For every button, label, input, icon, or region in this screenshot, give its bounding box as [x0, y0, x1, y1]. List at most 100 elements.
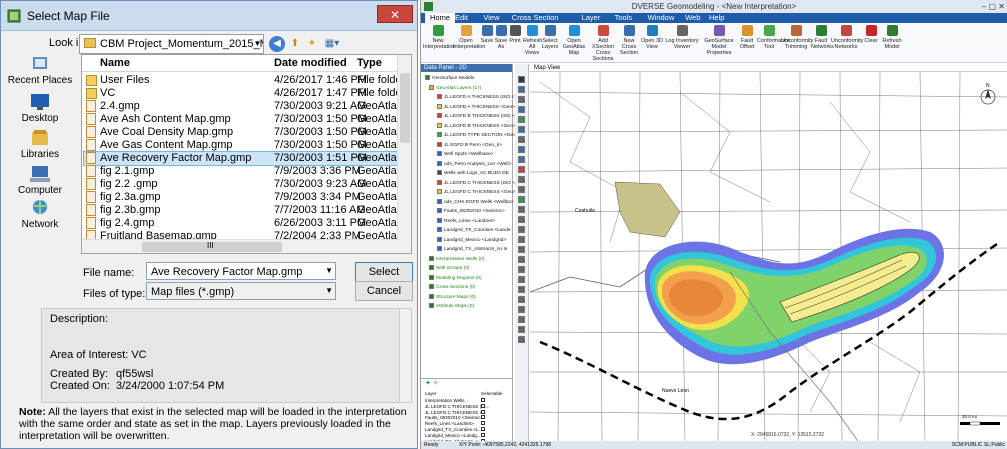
ribbon-button[interactable]: Print — [507, 25, 523, 44]
new-folder-icon[interactable]: ✦ — [304, 36, 320, 52]
tree-node[interactable]: JL LEGFD B THICKNESS (ISO < — [437, 113, 515, 120]
tree-node[interactable]: Interpretation Wells (0) — [429, 255, 484, 263]
tree-node[interactable]: ods_Petro Analysis_Lwr <Well> — [437, 160, 511, 168]
layer-row[interactable]: Landgrid_TX_Counties <L... — [425, 427, 485, 433]
ribbon-button[interactable]: Fault Networks — [811, 25, 834, 50]
chevron-down-icon[interactable]: ▼ — [325, 266, 333, 275]
map-tool-icon[interactable] — [518, 146, 525, 153]
map-tool-icon[interactable] — [518, 266, 525, 273]
menu-item[interactable]: Web — [685, 13, 700, 23]
map-tool-icon[interactable] — [518, 326, 525, 333]
ribbon-button[interactable]: Unconformity Trimming — [781, 25, 813, 50]
menu-item[interactable]: Tools — [615, 13, 633, 23]
ribbon-button[interactable]: Open Interpretation — [453, 25, 485, 50]
ribbon-button[interactable]: New Cross Section — [617, 25, 641, 56]
ribbon-button[interactable]: Conformance Tool — [757, 25, 790, 50]
menu-item[interactable]: Layer — [582, 13, 601, 23]
tree-node[interactable]: JL LEGFD B THICKNESS <Geo> — [437, 122, 515, 130]
place-libraries[interactable]: Libraries — [3, 129, 77, 160]
ribbon-button[interactable]: Refresh Model — [881, 25, 903, 50]
selectable-checkbox[interactable] — [481, 409, 485, 414]
selectable-checkbox[interactable] — [481, 421, 485, 426]
tree-node[interactable]: JL LEGFD TYPE SECTION <Geo> — [437, 132, 519, 139]
tree-node[interactable]: Landgrid_TX_Abstracts_no te — [437, 246, 507, 253]
map-tool-icon[interactable] — [518, 126, 525, 133]
tree-node[interactable]: Structure Maps (0) — [429, 293, 476, 301]
file-row[interactable]: fig 2.3a.gmp7/9/2003 3:34 PMGeoAtlas Do — [84, 191, 411, 204]
map-tool-icon[interactable] — [518, 286, 525, 293]
up-folder-icon[interactable]: ⬆ — [287, 36, 303, 52]
map-tool-icon[interactable] — [518, 226, 525, 233]
tree-node[interactable]: Well Groups (0) — [429, 265, 470, 272]
menu-item[interactable]: Edit — [455, 13, 468, 23]
map-tool-icon[interactable] — [518, 246, 525, 253]
ribbon-button[interactable]: Fault Offset — [737, 25, 757, 50]
scroll-thumb[interactable] — [400, 73, 410, 143]
selectable-checkbox[interactable] — [481, 398, 485, 402]
map-tool-icon[interactable] — [518, 176, 525, 183]
window-controls[interactable]: ‒ ▢ ✕ — [982, 0, 1005, 13]
ribbon-button[interactable]: Log Inventory Viewer — [663, 25, 701, 50]
vertical-scrollbar[interactable] — [397, 55, 411, 253]
menu-item[interactable]: View — [483, 13, 499, 23]
file-name-input[interactable]: Ave Recovery Factor Map.gmp ▼ — [146, 262, 336, 280]
description-scrollbar[interactable] — [399, 309, 411, 402]
tree-node[interactable]: JL LEGFD C THICKNESS (ISO < — [437, 179, 515, 187]
tree-node[interactable]: Attribute Maps (0) — [429, 303, 474, 310]
ribbon-button[interactable]: New Interpretation — [423, 25, 455, 50]
menu-item[interactable]: Help — [709, 13, 724, 23]
tree-node[interactable]: JL LEGFD A THICKNESS (ISO < — [437, 94, 514, 101]
chevron-down-icon[interactable]: ▼ — [252, 35, 263, 52]
tree-node[interactable]: Cross Sections (0) — [429, 284, 475, 291]
file-row[interactable]: 2.4.gmp7/30/2003 9:21 AMGeoAtlas Do — [84, 100, 411, 113]
tree-node[interactable]: JL LEGFD C THICKNESS <Geo> — [437, 189, 516, 196]
view-menu-icon[interactable]: ▦▾ — [321, 36, 343, 52]
map-tool-icon[interactable] — [518, 206, 525, 213]
tree-node[interactable]: Wells with Logs_AC BUDA DE — [437, 170, 509, 177]
file-row[interactable]: VC 4/26/2017 1:47 PM File folder — [84, 87, 405, 100]
layer-row[interactable]: JL LEGFD C THICKNESS <... — [425, 409, 486, 416]
column-type[interactable]: Type — [357, 57, 382, 69]
place-computer[interactable]: Computer — [3, 165, 77, 196]
file-row[interactable]: Ave Recovery Factor Map.gmp 7/30/2003 1:5… — [83, 151, 411, 166]
back-icon[interactable]: ◀ — [269, 36, 285, 52]
layer-row[interactable]: JL LEGFD C THICKNESS (IS... — [425, 403, 489, 410]
map-tool-icon[interactable] — [518, 106, 525, 113]
layer-row[interactable]: Interpretation Wells — [425, 398, 485, 404]
map-tool-icon[interactable] — [518, 86, 525, 93]
column-date[interactable]: Date modified — [274, 57, 347, 69]
map-tool-icon[interactable] — [518, 166, 525, 173]
selectable-checkbox[interactable] — [481, 432, 485, 437]
tree-node[interactable]: ods_CHK EGFD Wells <Wellba> — [437, 198, 514, 206]
file-row[interactable]: Ave Ash Content Map.gmp 7/30/2003 1:50 PM… — [84, 113, 411, 126]
map-tool-icon[interactable] — [518, 136, 525, 143]
place-desktop[interactable]: Desktop — [3, 93, 77, 124]
ribbon-button[interactable]: Unconformity Networks — [831, 25, 863, 50]
tree-node[interactable]: GeoAtlas Layers (17) — [429, 84, 481, 92]
tree-node[interactable]: Modeling Regions (0) — [429, 274, 482, 282]
ribbon-button[interactable]: Select Layers — [541, 25, 559, 50]
horizontal-scrollbar[interactable]: III — [82, 239, 399, 253]
chevron-down-icon[interactable]: ▼ — [325, 286, 333, 295]
map-tool-icon[interactable] — [518, 336, 525, 343]
map-canvas[interactable]: Coahuila Nuevo Leon N 20.0 mi — [529, 71, 1007, 445]
layer-row[interactable]: Landgrid_Mexico <Landg... — [425, 432, 485, 439]
layer-row[interactable]: Reefs_Lines <Landnet> — [425, 421, 485, 427]
ribbon-button[interactable]: GeoSurface Model Properties — [701, 25, 737, 56]
close-button[interactable]: ✕ — [377, 5, 413, 23]
ribbon-button[interactable]: Open GeoAtlas Map — [559, 25, 589, 56]
tree-node[interactable]: Landgrid_Mexico <Landgrid> — [437, 236, 506, 244]
tree-node[interactable]: Well Spots <Wellbase> — [437, 151, 493, 158]
file-row[interactable]: fig 2.1.gmp7/9/2003 3:36 PMGeoAtlas Do — [84, 165, 411, 178]
column-name[interactable]: Name — [100, 57, 130, 69]
place-recent[interactable]: Recent Places — [3, 55, 77, 86]
map-tool-icon[interactable] — [518, 96, 525, 103]
look-in-combo[interactable]: CBM Project_Momentum_2015_Marketing — [79, 34, 264, 54]
file-row[interactable]: Ave Gas Content Map.gmp 7/30/2003 1:50 PM… — [84, 139, 411, 152]
file-row[interactable]: fig 2.3b.gmp7/7/2003 11:16 AMGeoAtlas Do — [84, 204, 411, 217]
file-type-select[interactable]: Map files (*.gmp) ▼ — [146, 282, 336, 300]
ribbon-button[interactable]: Add XSection Cross Sections — [589, 25, 617, 62]
map-tool-icon[interactable] — [518, 216, 525, 223]
tree-node[interactable]: JL EGFD B Perm <Geo_k> — [437, 141, 502, 149]
file-row[interactable]: fig 2.4.gmp6/26/2003 3:11 PMGeoAtlas Do — [84, 217, 411, 230]
